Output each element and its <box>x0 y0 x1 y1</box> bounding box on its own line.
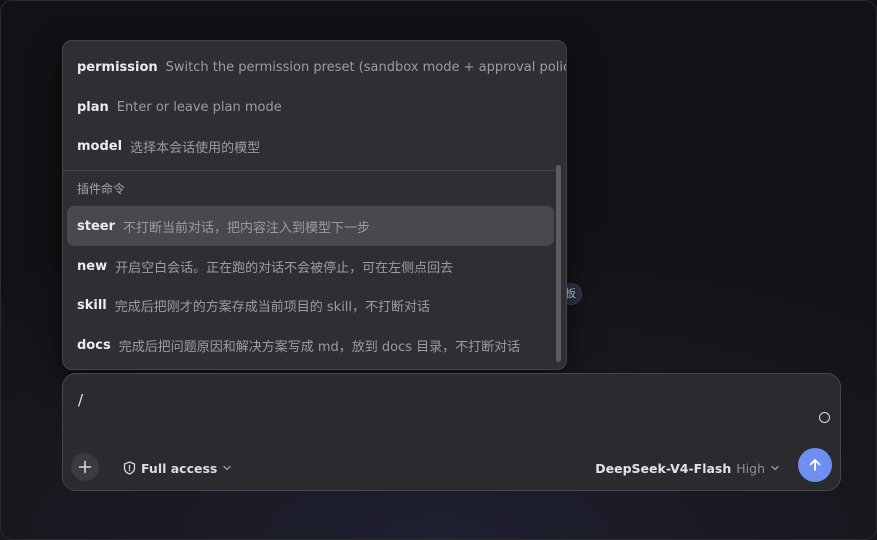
prompt-input[interactable]: / <box>78 391 83 409</box>
command-description: 完成后把刚才的方案存成当前项目的 skill，不打断对话 <box>114 299 431 315</box>
command-name: model <box>77 138 123 154</box>
command-name: docs <box>77 337 111 353</box>
command-item-steer[interactable]: steer 不打断当前对话，把内容注入到模型下一步 <box>67 206 554 246</box>
command-description: Switch the permission preset (sandbox mo… <box>165 59 567 75</box>
shield-icon <box>123 461 136 475</box>
command-description: 不打断当前对话，把内容注入到模型下一步 <box>123 220 371 236</box>
chevron-down-icon <box>223 465 232 471</box>
command-item-skill[interactable]: skill 完成后把刚才的方案存成当前项目的 skill，不打断对话 <box>67 285 554 325</box>
access-mode-button[interactable]: Full access <box>123 459 232 477</box>
command-item-permission[interactable]: permission Switch the permission preset … <box>67 47 566 87</box>
command-name: steer <box>77 218 115 234</box>
command-item-model[interactable]: model 选择本会话使用的模型 <box>67 126 554 166</box>
plugin-section-label: 插件命令 <box>77 182 126 196</box>
command-item-docs[interactable]: docs 完成后把问题原因和解决方案写成 md，放到 docs 目录，不打断对话 <box>67 325 554 365</box>
command-name: new <box>77 258 108 274</box>
add-attachment-button[interactable] <box>71 453 99 481</box>
command-description: 开启空白会话。正在跑的对话不会被停止，可在左侧点回去 <box>115 260 454 276</box>
circle-icon <box>819 412 830 423</box>
command-description: 选择本会话使用的模型 <box>130 140 261 156</box>
command-description: 完成后把问题原因和解决方案写成 md，放到 docs 目录，不打断对话 <box>118 339 521 355</box>
scrollbar-thumb[interactable] <box>556 165 561 362</box>
command-item-plan[interactable]: plan Enter or leave plan mode <box>67 87 554 127</box>
section-divider <box>63 170 556 171</box>
model-selector[interactable]: DeepSeek-V4-Flash High <box>595 459 780 477</box>
reasoning-effort: High <box>736 460 765 476</box>
composer: / Full access DeepSeek-V4-Flash High <box>62 373 841 491</box>
chevron-down-icon <box>771 465 779 471</box>
send-button[interactable] <box>798 448 832 482</box>
arrow-up-icon <box>809 459 821 471</box>
plus-icon <box>78 460 92 474</box>
command-name: plan <box>77 99 109 115</box>
command-menu: permission Switch the permission preset … <box>62 40 567 370</box>
command-name: permission <box>77 59 158 75</box>
model-name: DeepSeek-V4-Flash <box>595 460 732 476</box>
command-description: Enter or leave plan mode <box>116 99 282 115</box>
access-mode-label: Full access <box>141 460 218 476</box>
command-item-new[interactable]: new 开启空白会话。正在跑的对话不会被停止，可在左侧点回去 <box>67 246 554 286</box>
command-name: skill <box>77 297 107 313</box>
